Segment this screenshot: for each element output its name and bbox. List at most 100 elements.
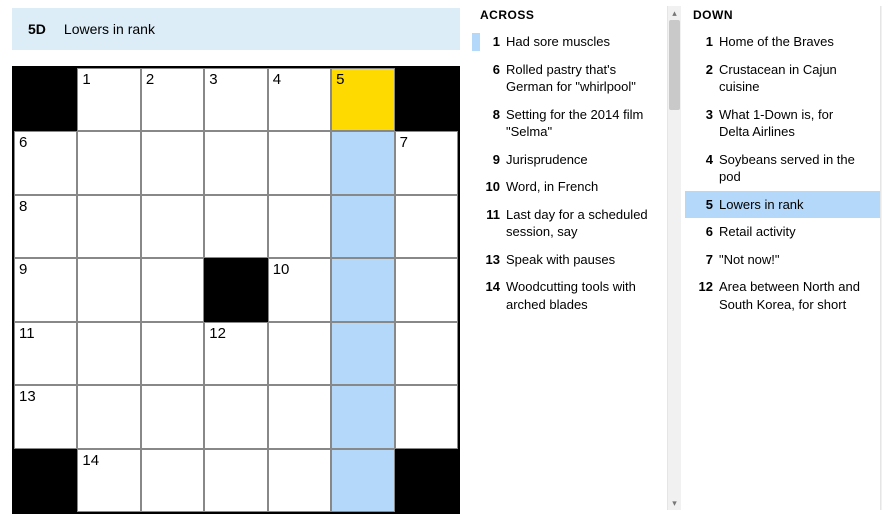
clue-item[interactable]: 1Had sore muscles bbox=[472, 28, 667, 56]
grid-cell[interactable]: 14 bbox=[77, 449, 140, 512]
grid-cell[interactable] bbox=[141, 385, 204, 448]
grid-cell[interactable]: 6 bbox=[14, 131, 77, 194]
cell-number: 4 bbox=[273, 71, 281, 88]
grid-cell[interactable] bbox=[141, 322, 204, 385]
grid-cell[interactable] bbox=[395, 322, 458, 385]
clue-item[interactable]: 1Home of the Braves bbox=[685, 28, 880, 56]
clue-number: 6 bbox=[695, 223, 719, 241]
clue-item[interactable]: 11Last day for a scheduled session, say bbox=[472, 201, 667, 246]
clue-highlight-bar bbox=[685, 223, 693, 241]
clue-item[interactable]: 10Word, in French bbox=[472, 173, 667, 201]
grid-cell[interactable] bbox=[268, 449, 331, 512]
grid-cell[interactable] bbox=[141, 195, 204, 258]
clue-text: Retail activity bbox=[719, 223, 872, 241]
scrollbar-track[interactable]: ▴ ▾ bbox=[667, 6, 681, 510]
grid-cell[interactable] bbox=[331, 449, 394, 512]
across-clue-list[interactable]: 1Had sore muscles6Rolled pastry that's G… bbox=[472, 28, 667, 510]
clue-number: 2 bbox=[695, 61, 719, 96]
grid-cell[interactable] bbox=[204, 195, 267, 258]
clue-item[interactable]: 8Setting for the 2014 film "Selma" bbox=[472, 101, 667, 146]
clue-text: Setting for the 2014 film "Selma" bbox=[506, 106, 659, 141]
clue-highlight-bar bbox=[685, 196, 693, 214]
clue-highlight-bar bbox=[472, 151, 480, 169]
grid-cell[interactable] bbox=[331, 385, 394, 448]
clue-number: 6 bbox=[482, 61, 506, 96]
clue-highlight-bar bbox=[472, 178, 480, 196]
grid-cell[interactable] bbox=[77, 131, 140, 194]
grid-cell[interactable]: 2 bbox=[141, 68, 204, 131]
grid-cell[interactable]: 7 bbox=[395, 131, 458, 194]
grid-cell[interactable] bbox=[395, 385, 458, 448]
clue-item[interactable]: 6Retail activity bbox=[685, 218, 880, 246]
grid-cell[interactable] bbox=[77, 322, 140, 385]
cell-number: 14 bbox=[82, 452, 99, 469]
clue-item[interactable]: 4Soybeans served in the pod bbox=[685, 146, 880, 191]
grid-cell[interactable] bbox=[331, 258, 394, 321]
grid-cell[interactable] bbox=[395, 258, 458, 321]
clue-text: Jurisprudence bbox=[506, 151, 659, 169]
cell-number: 12 bbox=[209, 325, 226, 342]
clue-item[interactable]: 6Rolled pastry that's German for "whirlp… bbox=[472, 56, 667, 101]
clue-highlight-bar bbox=[472, 206, 480, 241]
clue-highlight-bar bbox=[685, 151, 693, 186]
clue-text: Woodcutting tools with arched blades bbox=[506, 278, 659, 313]
clue-text: What 1-Down is, for Delta Airlines bbox=[719, 106, 872, 141]
grid-cell[interactable] bbox=[77, 195, 140, 258]
grid-cell[interactable] bbox=[141, 258, 204, 321]
grid-cell[interactable]: 11 bbox=[14, 322, 77, 385]
clue-highlight-bar bbox=[472, 106, 480, 141]
grid-cell[interactable] bbox=[331, 322, 394, 385]
grid-cell[interactable] bbox=[204, 449, 267, 512]
grid-cell[interactable] bbox=[331, 195, 394, 258]
grid-cell[interactable] bbox=[268, 322, 331, 385]
grid-cell[interactable] bbox=[141, 131, 204, 194]
cell-number: 11 bbox=[19, 325, 35, 342]
grid-cell[interactable] bbox=[268, 195, 331, 258]
grid-cell[interactable] bbox=[204, 385, 267, 448]
grid-cell[interactable]: 3 bbox=[204, 68, 267, 131]
grid-cell bbox=[14, 68, 77, 131]
grid-cell[interactable] bbox=[395, 195, 458, 258]
grid-cell bbox=[395, 449, 458, 512]
grid-cell[interactable] bbox=[331, 131, 394, 194]
scroll-down-arrow-icon[interactable]: ▾ bbox=[668, 496, 681, 510]
grid-cell[interactable]: 8 bbox=[14, 195, 77, 258]
clue-item[interactable]: 13Speak with pauses bbox=[472, 246, 667, 274]
cell-number: 3 bbox=[209, 71, 217, 88]
clue-number: 12 bbox=[695, 278, 719, 313]
grid-cell[interactable] bbox=[204, 131, 267, 194]
clue-highlight-bar bbox=[685, 251, 693, 269]
clue-number: 4 bbox=[695, 151, 719, 186]
grid-cell[interactable] bbox=[141, 449, 204, 512]
clue-item[interactable]: 5Lowers in rank bbox=[685, 191, 880, 219]
grid-cell[interactable]: 1 bbox=[77, 68, 140, 131]
grid-cell[interactable]: 13 bbox=[14, 385, 77, 448]
grid-cell[interactable]: 9 bbox=[14, 258, 77, 321]
grid-cell[interactable]: 12 bbox=[204, 322, 267, 385]
grid-cell[interactable]: 4 bbox=[268, 68, 331, 131]
grid-cell[interactable]: 10 bbox=[268, 258, 331, 321]
cell-number: 8 bbox=[19, 198, 27, 215]
grid-cell[interactable]: 5 bbox=[331, 68, 394, 131]
clue-item[interactable]: 7"Not now!" bbox=[685, 246, 880, 274]
scrollbar-thumb[interactable] bbox=[669, 20, 680, 110]
clue-item[interactable]: 14Woodcutting tools with arched blades bbox=[472, 273, 667, 318]
scroll-up-arrow-icon[interactable]: ▴ bbox=[668, 6, 681, 20]
crossword-grid[interactable]: 1234567891011121314 bbox=[12, 66, 460, 514]
down-clue-list[interactable]: 1Home of the Braves2Crustacean in Cajun … bbox=[685, 28, 880, 510]
clue-highlight-bar bbox=[685, 61, 693, 96]
clue-highlight-bar bbox=[685, 278, 693, 313]
grid-cell[interactable] bbox=[77, 385, 140, 448]
clue-highlight-bar bbox=[472, 278, 480, 313]
clue-text: Home of the Braves bbox=[719, 33, 872, 51]
clue-item[interactable]: 12Area between North and South Korea, fo… bbox=[685, 273, 880, 318]
clue-item[interactable]: 9Jurisprudence bbox=[472, 146, 667, 174]
grid-cell[interactable] bbox=[268, 385, 331, 448]
clue-number: 14 bbox=[482, 278, 506, 313]
grid-cell bbox=[204, 258, 267, 321]
clue-item[interactable]: 2Crustacean in Cajun cuisine bbox=[685, 56, 880, 101]
clue-number: 1 bbox=[482, 33, 506, 51]
grid-cell[interactable] bbox=[268, 131, 331, 194]
grid-cell[interactable] bbox=[77, 258, 140, 321]
clue-item[interactable]: 3What 1-Down is, for Delta Airlines bbox=[685, 101, 880, 146]
